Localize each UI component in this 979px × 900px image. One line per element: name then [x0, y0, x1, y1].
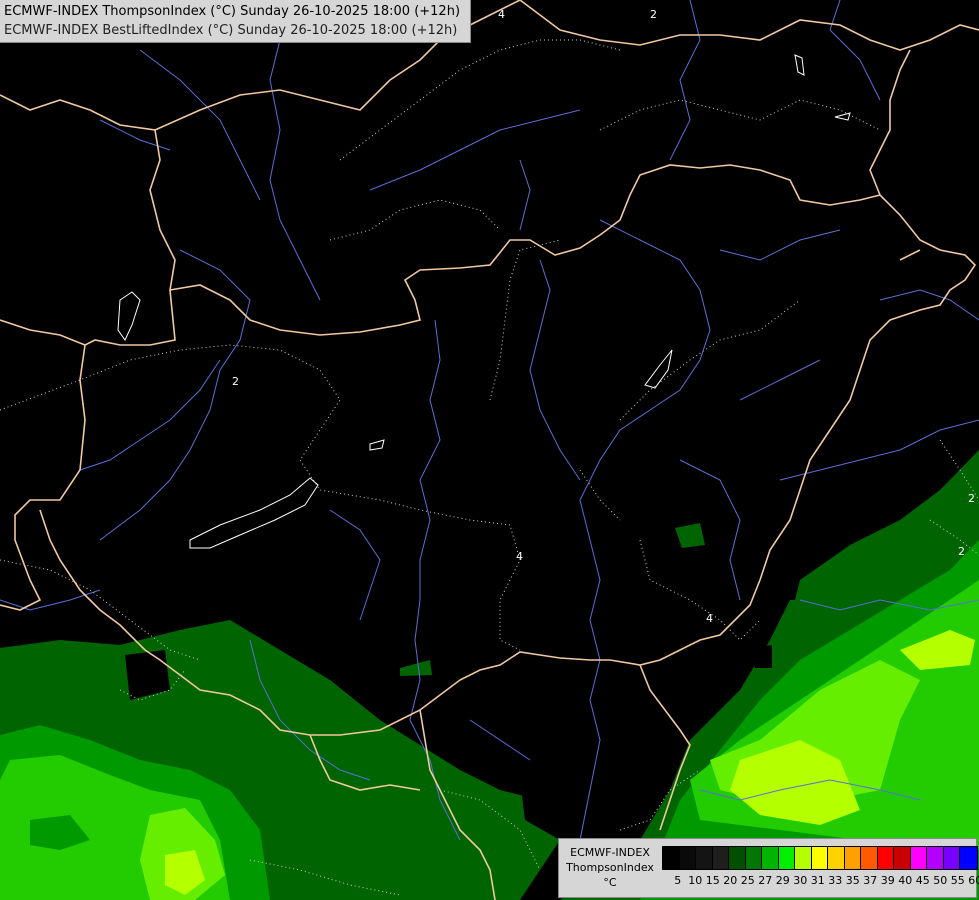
- legend-ticks: 5 10 15 20 25 27 29 30 31 33 35 37 39 40 45 50 55 60: [669, 874, 979, 887]
- legend-tick-label: 20: [723, 874, 738, 887]
- legend-tick-label: 40: [898, 874, 913, 887]
- contour-label: 2: [968, 492, 975, 505]
- legend-swatch: [861, 847, 878, 869]
- legend-label: ECMWF-INDEX ThompsonIndex °C: [561, 845, 659, 890]
- color-legend: ECMWF-INDEX ThompsonIndex °C 5 10 15 20 25 27…: [558, 838, 979, 898]
- legend-tick-label: 30: [793, 874, 808, 887]
- legend-swatch: [894, 847, 911, 869]
- map-title-box: ECMWF-INDEX ThompsonIndex (°C) Sunday 26…: [0, 0, 471, 43]
- legend-label-line-3: °C: [603, 876, 617, 889]
- legend-swatch: [877, 847, 894, 869]
- legend-tick-label: 33: [828, 874, 843, 887]
- legend-swatch: [828, 847, 845, 869]
- contour-label: 4: [516, 550, 523, 563]
- legend-swatch: [927, 847, 944, 869]
- legend-swatch: [960, 847, 977, 869]
- legend-tick-label: 31: [810, 874, 825, 887]
- legend-swatch: [745, 847, 762, 869]
- legend-tick-label: 50: [933, 874, 948, 887]
- legend-swatch: [729, 847, 746, 869]
- legend-swatch: [762, 847, 779, 869]
- legend-tick-label: 55: [950, 874, 965, 887]
- legend-tick-label: 45: [915, 874, 930, 887]
- weather-map: 2 2 4 4 2 2 4: [0, 0, 979, 900]
- legend-tick-label: 15: [705, 874, 720, 887]
- legend-tick-label: 37: [863, 874, 878, 887]
- legend-label-line-2: ThompsonIndex: [566, 861, 654, 874]
- legend-label-line-1: ECMWF-INDEX: [570, 846, 650, 859]
- contour-label: 4: [498, 8, 505, 21]
- legend-tick-label: 39: [880, 874, 895, 887]
- legend-tick-label: 25: [740, 874, 755, 887]
- legend-swatch: [696, 847, 713, 869]
- legend-swatch: [712, 847, 729, 869]
- legend-swatch: [679, 847, 696, 869]
- legend-swatch: [844, 847, 861, 869]
- legend-swatch: [795, 847, 812, 869]
- legend-swatch: [943, 847, 960, 869]
- legend-swatch: [778, 847, 795, 869]
- map-title-line-1: ECMWF-INDEX ThompsonIndex (°C) Sunday 26…: [4, 4, 461, 19]
- legend-color-bar: [662, 846, 978, 870]
- map-title-line-2: ECMWF-INDEX BestLiftedIndex (°C) Sunday …: [4, 23, 458, 38]
- contour-label: 2: [650, 8, 657, 21]
- legend-tick-label: 10: [688, 874, 703, 887]
- legend-tick-label: 60: [968, 874, 979, 887]
- legend-swatch: [910, 847, 927, 869]
- legend-tick-label: 29: [775, 874, 790, 887]
- legend-swatch: [811, 847, 828, 869]
- legend-swatch: [663, 847, 680, 869]
- legend-tick-label: 27: [758, 874, 773, 887]
- legend-tick-label: 5: [674, 874, 682, 887]
- contour-label: 2: [232, 375, 239, 388]
- contour-label: 4: [706, 612, 713, 625]
- legend-tick-label: 35: [845, 874, 860, 887]
- contour-label: 2: [958, 545, 965, 558]
